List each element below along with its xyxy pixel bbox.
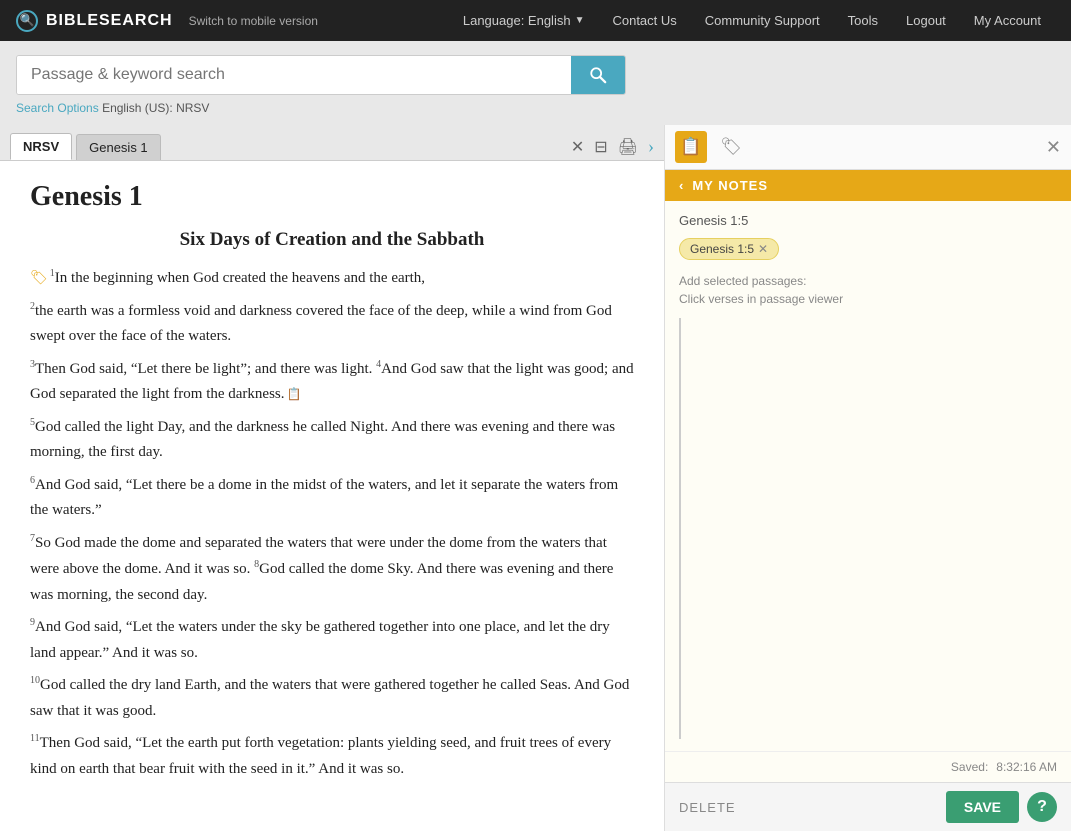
search-options-row: Search Options English (US): NRSV xyxy=(16,101,1055,115)
verse-text-1: In the beginning when God created the he… xyxy=(55,270,425,286)
save-area: SAVE ? xyxy=(946,791,1057,823)
left-panel: NRSV Genesis 1 ✕ ⊟ 🖨 › Genesis 1 Six Day… xyxy=(0,125,665,831)
close-tab-icon[interactable]: ✕ xyxy=(571,137,584,157)
notes-tab-btn[interactable]: 📋 xyxy=(675,131,707,163)
verse-text-3: Then God said, “Let there be light”; and… xyxy=(35,361,372,377)
verse-3: 3Then God said, “Let there be light”; an… xyxy=(30,356,634,408)
delete-button[interactable]: DELETE xyxy=(679,800,736,815)
passage-content: Genesis 1 Six Days of Creation and the S… xyxy=(0,161,664,831)
saved-status: Saved: xyxy=(951,760,988,774)
help-button[interactable]: ? xyxy=(1027,792,1057,822)
search-options-detail: English (US): NRSV xyxy=(102,101,209,115)
notes-tag-remove-btn[interactable]: ✕ xyxy=(758,242,768,256)
notes-tag: Genesis 1:5 ✕ xyxy=(679,238,779,260)
tab-genesis1[interactable]: Genesis 1 xyxy=(76,134,161,160)
tabs-actions: ✕ ⊟ 🖨 › xyxy=(571,136,654,157)
language-label: Language: English xyxy=(463,13,571,28)
notes-actions-row: DELETE SAVE ? xyxy=(665,782,1071,831)
my-account-link[interactable]: My Account xyxy=(960,0,1055,41)
notes-tag-label: Genesis 1:5 xyxy=(690,242,754,256)
verse-num-10: 10 xyxy=(30,675,40,686)
search-icon xyxy=(589,66,607,84)
search-button[interactable] xyxy=(571,56,625,94)
top-navigation: 🔍 BIBLESEARCH Switch to mobile version L… xyxy=(0,0,1071,41)
passage-title: Genesis 1 xyxy=(30,181,634,213)
search-options-link[interactable]: Search Options xyxy=(16,101,99,115)
verse-2: 2the earth was a formless void and darkn… xyxy=(30,298,634,350)
saved-time: 8:32:16 AM xyxy=(996,760,1057,774)
verse-1: 🏷1In the beginning when God created the … xyxy=(30,265,634,292)
add-passages-label: Add selected passages: xyxy=(679,274,1057,288)
logout-link[interactable]: Logout xyxy=(892,0,960,41)
logo-icon: 🔍 xyxy=(16,10,38,32)
verse-num-11: 11 xyxy=(30,733,40,744)
notes-body: Genesis 1:5 Genesis 1:5 ✕ Add selected p… xyxy=(665,201,1071,751)
switch-mobile-link[interactable]: Switch to mobile version xyxy=(189,14,318,28)
verse-10-block: 10God called the dry land Earth, and the… xyxy=(30,672,634,724)
notes-reference: Genesis 1:5 xyxy=(679,213,1057,228)
community-support-link[interactable]: Community Support xyxy=(691,0,834,41)
tags-tab-btn[interactable]: 🏷 xyxy=(715,131,747,163)
language-selector[interactable]: Language: English ▼ xyxy=(449,0,599,41)
tabs-row: NRSV Genesis 1 ✕ ⊟ 🖨 › xyxy=(0,125,664,161)
tools-link[interactable]: Tools xyxy=(834,0,892,41)
logo-text: BIBLESEARCH xyxy=(46,12,173,30)
save-button[interactable]: SAVE xyxy=(946,791,1019,823)
right-panel: 📋 🏷 ✕ ‹ MY NOTES Genesis 1:5 Genesis 1:5… xyxy=(665,125,1071,831)
tag-icon-v1: 🏷 xyxy=(30,271,48,286)
verse-text-11: Then God said, “Let the earth put forth … xyxy=(30,735,611,777)
contact-us-link[interactable]: Contact Us xyxy=(598,0,690,41)
nav-links: Language: English ▼ Contact Us Community… xyxy=(449,0,1055,41)
passage-subtitle: Six Days of Creation and the Sabbath xyxy=(30,229,634,251)
verse-text-5: God called the light Day, and the darkne… xyxy=(30,419,615,461)
tab-nrsv[interactable]: NRSV xyxy=(10,133,72,160)
columns-icon[interactable]: ⊟ xyxy=(594,137,607,157)
right-icons-row: 📋 🏷 ✕ xyxy=(665,125,1071,170)
verse-6-block: 6And God said, “Let there be a dome in t… xyxy=(30,472,634,524)
verse-text-10: God called the dry land Earth, and the w… xyxy=(30,677,629,719)
verse-text-2: the earth was a formless void and darkne… xyxy=(30,303,612,345)
click-verses-label: Click verses in passage viewer xyxy=(679,292,1057,306)
verse-7-block: 7So God made the dome and separated the … xyxy=(30,530,634,609)
logo-area: 🔍 BIBLESEARCH xyxy=(16,10,173,32)
notes-footer: Saved: 8:32:16 AM xyxy=(665,751,1071,782)
notes-collapse-icon[interactable]: ‹ xyxy=(679,178,684,193)
verse-9-block: 9And God said, “Let the waters under the… xyxy=(30,614,634,666)
expand-icon[interactable]: › xyxy=(648,136,654,157)
verse-11-block: 11Then God said, “Let the earth put fort… xyxy=(30,730,634,782)
search-bar xyxy=(16,55,626,95)
chevron-down-icon: ▼ xyxy=(575,15,585,26)
verse-5: 5God called the light Day, and the darkn… xyxy=(30,414,634,466)
notes-textarea[interactable] xyxy=(679,318,1057,739)
verse-text-6: And God said, “Let there be a dome in th… xyxy=(30,477,618,519)
search-input[interactable] xyxy=(17,56,571,94)
note-icon-v4: 📋 xyxy=(287,387,302,401)
print-icon[interactable]: 🖨 xyxy=(618,137,638,157)
verse-text-9: And God said, “Let the waters under the … xyxy=(30,619,610,661)
notes-header-label: MY NOTES xyxy=(692,178,768,193)
search-area: Search Options English (US): NRSV xyxy=(0,41,1071,125)
notes-tag-row: Genesis 1:5 ✕ xyxy=(679,238,1057,260)
notes-panel-header: ‹ MY NOTES xyxy=(665,170,1071,201)
main-layout: NRSV Genesis 1 ✕ ⊟ 🖨 › Genesis 1 Six Day… xyxy=(0,125,1071,831)
close-panel-button[interactable]: ✕ xyxy=(1046,137,1061,158)
